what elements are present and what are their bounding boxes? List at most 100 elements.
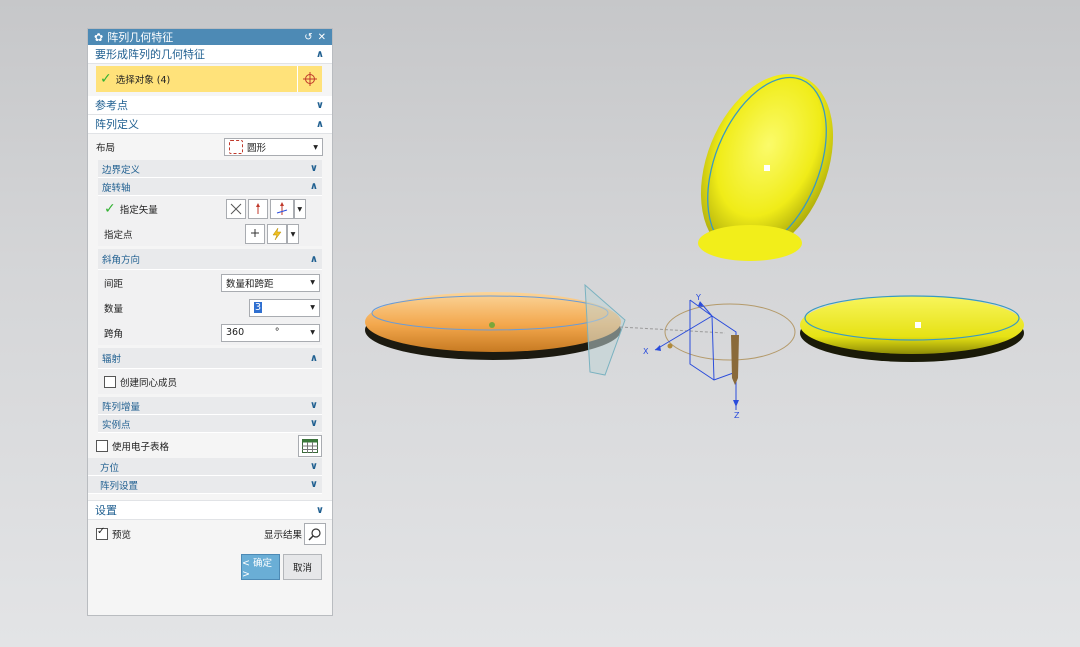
subsection-radiate[interactable]: 辐射 ∧ (98, 348, 322, 369)
section-reference-point[interactable]: 参考点 ∨ (88, 96, 332, 115)
subsection-angle-direction-label: 斜角方向 (102, 255, 141, 266)
concentric-row: 创建同心成员 (98, 369, 322, 394)
span-angle-input[interactable]: 360 ° ▾ (221, 323, 320, 342)
section-features[interactable]: 要形成阵列的几何特征 ∧ (88, 45, 332, 64)
chevron-up-icon[interactable]: ∧ (316, 49, 324, 60)
dropdown-arrow-icon: ▾ (310, 302, 315, 313)
chevron-down-icon[interactable]: ∨ (316, 505, 324, 516)
chevron-down-icon[interactable]: ∨ (310, 163, 318, 174)
chevron-up-icon[interactable]: ∧ (316, 119, 324, 130)
count-label: 数量 (104, 303, 124, 315)
spacing-label: 间距 (104, 278, 124, 290)
vector-dropdown-arrow-icon[interactable]: ▾ (293, 199, 306, 219)
subsection-instance-point[interactable]: 实例点 ∨ (98, 415, 322, 433)
chevron-down-icon[interactable]: ∨ (316, 100, 324, 111)
reverse-direction-icon[interactable] (225, 199, 246, 219)
dialog-titlebar: ✿ 阵列几何特征 ↺ ✕ (88, 29, 332, 45)
subsection-boundary[interactable]: 边界定义 ∨ (98, 160, 322, 178)
layout-row: 布局 圆形 ▾ (88, 134, 332, 160)
section-array-settings[interactable]: 阵列设置 ∨ (88, 476, 322, 494)
section-array-definition-label: 阵列定义 (95, 118, 139, 131)
point-dialog-icon[interactable] (245, 224, 265, 244)
layout-dropdown[interactable]: 圆形 ▾ (224, 138, 323, 156)
show-result-label: 显示结果 (263, 530, 302, 541)
axis-y-label: Y (695, 293, 701, 302)
axis-x-label: X (643, 347, 649, 356)
count-input[interactable]: 3 ▾ (249, 298, 320, 317)
cancel-button[interactable]: 取消 (283, 554, 322, 580)
inferred-point-icon[interactable] (267, 224, 287, 244)
ok-button[interactable]: < 确定 > (241, 554, 280, 580)
span-angle-row: 跨角 360 ° ▾ (98, 320, 322, 345)
section-array-settings-label: 阵列设置 (100, 480, 139, 492)
subsection-increment-label: 阵列增量 (102, 401, 141, 413)
subsection-increment[interactable]: 阵列增量 ∨ (98, 397, 322, 415)
reset-icon[interactable]: ↺ (304, 32, 312, 43)
span-angle-label: 跨角 (104, 328, 124, 340)
count-value: 3 (254, 302, 263, 313)
axis-z-label: Z (734, 411, 740, 420)
chevron-up-icon[interactable]: ∧ (310, 254, 318, 265)
select-object-label: 选择对象 (4) (115, 75, 171, 86)
preview-checkbox[interactable]: ✓ (96, 526, 108, 540)
spacing-row: 间距 数量和跨距 ▾ (98, 270, 322, 295)
circular-layout-icon (229, 140, 243, 154)
check-icon: ✓ (100, 71, 112, 87)
concentric-label: 创建同心成员 (120, 377, 178, 389)
dialog-buttons: < 确定 > 取消 (88, 548, 332, 580)
preview-row: ✓ 预览 显示结果 (88, 520, 332, 548)
dropdown-arrow-icon: ▾ (310, 277, 315, 288)
dropdown-arrow-icon: ▾ (313, 141, 318, 153)
spreadsheet-icon[interactable] (298, 434, 322, 457)
spacing-value: 数量和跨距 (226, 278, 274, 290)
gear-icon: ✿ (94, 30, 104, 44)
point-dropdown-arrow-icon[interactable]: ▾ (287, 224, 299, 244)
array-instance-right[interactable] (800, 295, 1024, 362)
section-reference-point-label: 参考点 (95, 99, 128, 112)
chevron-down-icon[interactable]: ∨ (310, 418, 318, 429)
pattern-geometry-dialog: ✿ 阵列几何特征 ↺ ✕ 要形成阵列的几何特征 ∧ ✓ 选择对象 (4) 参考点… (87, 28, 333, 616)
crosshair-icon[interactable] (297, 66, 322, 92)
subsection-instance-point-label: 实例点 (102, 419, 131, 431)
specify-point-label: 指定点 (104, 230, 133, 241)
layout-label: 布局 (96, 143, 116, 154)
spacing-dropdown[interactable]: 数量和跨距 ▾ (221, 273, 320, 292)
select-object-row[interactable]: ✓ 选择对象 (4) (96, 66, 322, 92)
chevron-up-icon[interactable]: ∧ (310, 353, 318, 364)
dialog-title: 阵列几何特征 (107, 31, 174, 44)
rotation-axis-gizmo[interactable]: X Y Z (619, 293, 796, 420)
spreadsheet-row: 使用电子表格 (88, 433, 332, 458)
section-settings[interactable]: 设置 ∨ (88, 500, 332, 520)
specify-vector-row: ✓ 指定矢量 ▾ (98, 196, 322, 222)
section-orientation-label: 方位 (100, 462, 120, 474)
specify-vector-label: 指定矢量 (119, 205, 158, 216)
chevron-down-icon[interactable]: ∨ (310, 461, 318, 472)
close-icon[interactable]: ✕ (318, 32, 326, 43)
check-icon: ✓ (104, 201, 116, 217)
degree-unit: ° (274, 327, 280, 338)
subsection-rotation-axis[interactable]: 旋转轴 ∧ (98, 178, 322, 196)
subsection-angle-direction[interactable]: 斜角方向 ∧ (98, 249, 322, 270)
array-instance-top[interactable] (676, 54, 858, 275)
chevron-up-icon[interactable]: ∧ (310, 181, 318, 192)
span-angle-value: 360 (226, 327, 245, 338)
chevron-down-icon[interactable]: ∨ (310, 400, 318, 411)
dropdown-arrow-icon: ▾ (310, 327, 315, 338)
spreadsheet-label: 使用电子表格 (112, 441, 170, 453)
subsection-rotation-axis-label: 旋转轴 (102, 182, 131, 194)
layout-value: 圆形 (247, 143, 267, 154)
specify-point-row: 指定点 ▾ (98, 222, 322, 246)
count-row: 数量 3 ▾ (98, 295, 322, 320)
subsection-radiate-label: 辐射 (102, 354, 122, 365)
chevron-down-icon[interactable]: ∨ (310, 479, 318, 490)
array-instance-orange[interactable] (365, 283, 626, 376)
section-array-definition[interactable]: 阵列定义 ∧ (88, 115, 332, 134)
inferred-vector-icon[interactable] (269, 199, 294, 219)
spreadsheet-checkbox[interactable] (96, 439, 108, 452)
subsection-boundary-label: 边界定义 (102, 164, 141, 176)
show-result-button[interactable] (304, 523, 326, 545)
concentric-checkbox[interactable] (104, 375, 116, 388)
section-orientation[interactable]: 方位 ∨ (88, 458, 322, 476)
vector-dialog-icon[interactable] (247, 199, 268, 219)
section-features-label: 要形成阵列的几何特征 (95, 48, 205, 61)
